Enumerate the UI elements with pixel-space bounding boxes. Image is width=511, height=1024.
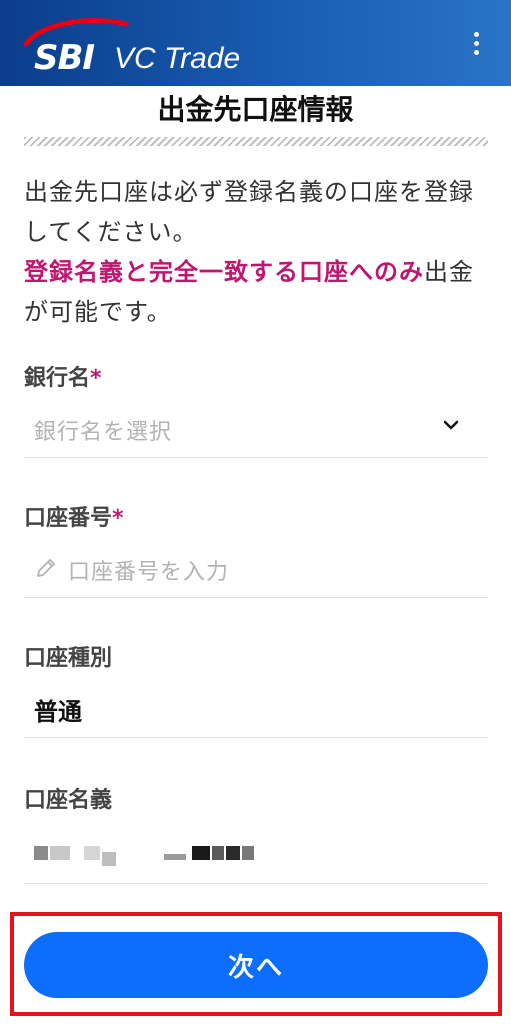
account-type-row: 普通 [24, 682, 488, 738]
sbi-vc-trade-logo: SBI VC Trade [22, 18, 262, 78]
notice-highlight: 登録名義と完全一致する口座へのみ [24, 258, 424, 286]
account-number-input[interactable]: 口座番号を入力 [24, 542, 488, 598]
account-number-label: 口座番号* [24, 506, 124, 531]
next-button[interactable]: 次へ [24, 932, 488, 998]
bank-name-label: 銀行名* [24, 366, 102, 391]
pencil-icon [37, 559, 55, 577]
page-title: 出金先口座情報 [157, 93, 354, 126]
bank-select[interactable]: 銀行名を選択 [24, 402, 488, 458]
notice-line-1: 出金先口座は必ず登録名義の口座を登録してください。 [24, 178, 474, 246]
account-type-value: 普通 [34, 698, 82, 726]
required-mark: * [112, 506, 124, 531]
account-number-placeholder: 口座番号を入力 [68, 560, 230, 585]
account-type-label: 口座種別 [24, 646, 113, 671]
vertical-ellipsis-icon[interactable] [466, 32, 486, 62]
logo-vc-trade-text: VC Trade [114, 42, 241, 75]
next-button-highlight: 次へ [10, 912, 502, 1016]
account-holder-row [24, 828, 488, 884]
required-mark: * [90, 366, 102, 391]
chevron-down-icon [443, 420, 459, 430]
masked-account-holder-name [34, 846, 274, 868]
notice-text: 出金先口座は必ず登録名義の口座を登録してください。 登録名義と完全一致する口座へ… [24, 172, 494, 332]
app-header: SBI VC Trade [0, 0, 511, 86]
bank-select-placeholder: 銀行名を選択 [34, 420, 173, 445]
hatched-divider [24, 137, 488, 146]
logo-sbi-text: SBI [34, 38, 95, 78]
account-holder-label: 口座名義 [24, 788, 113, 813]
